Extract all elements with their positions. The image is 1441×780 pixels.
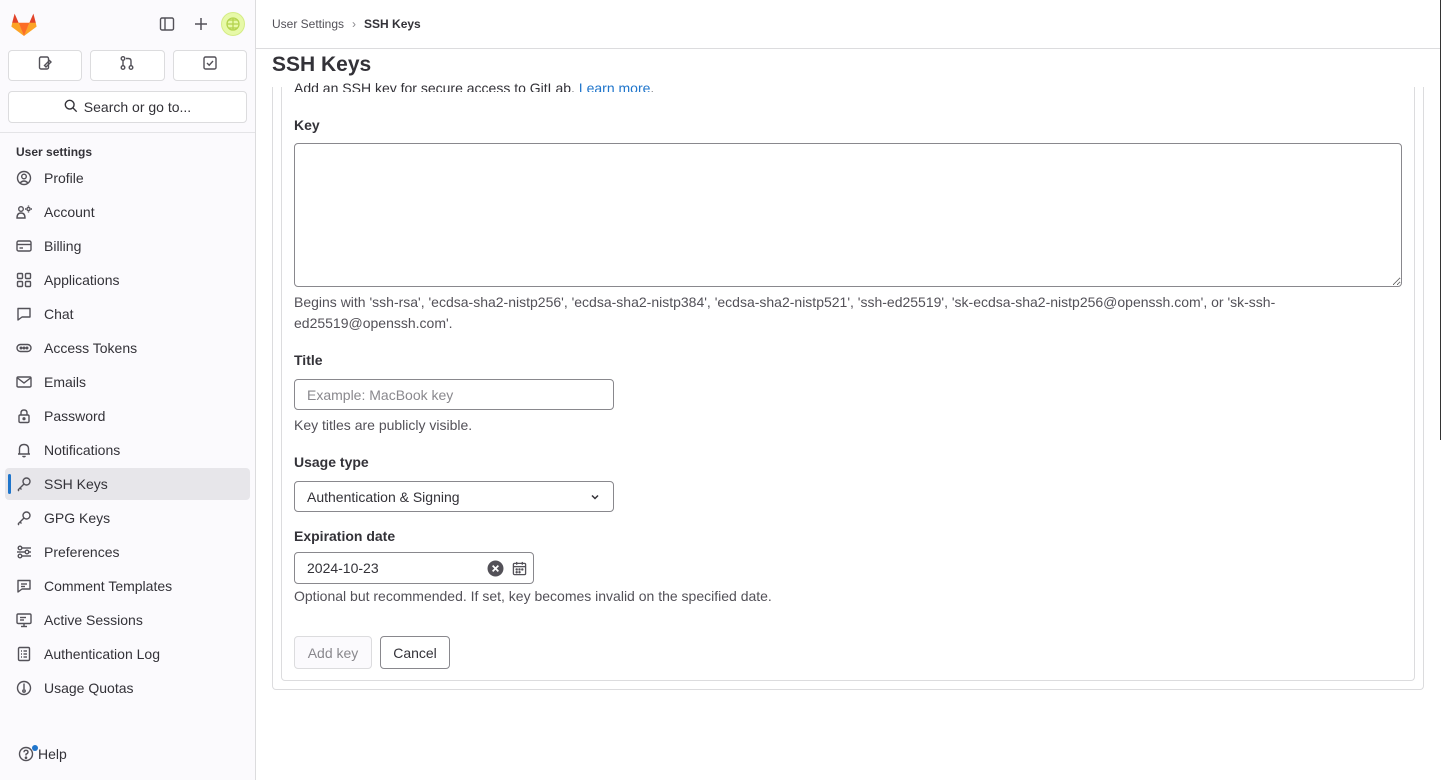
comment-icon <box>15 577 33 595</box>
bell-icon <box>15 441 33 459</box>
billing-icon <box>15 237 33 255</box>
sidebar-item-ssh-keys[interactable]: SSH Keys <box>5 468 250 500</box>
search-label: Search or go to... <box>83 99 192 115</box>
sidebar-item-label: Usage Quotas <box>44 680 134 696</box>
todos-shortcut-button[interactable] <box>172 50 247 81</box>
issues-shortcut-button[interactable] <box>8 50 83 81</box>
merge-requests-shortcut-button[interactable] <box>90 50 165 81</box>
usage-type-select[interactable]: Authentication & Signing <box>294 481 614 512</box>
sidebar-item-preferences[interactable]: Preferences <box>5 536 250 568</box>
help-icon <box>18 745 38 762</box>
sidebar-item-usage-quotas[interactable]: Usage Quotas <box>5 672 250 704</box>
sidebar-item-applications[interactable]: Applications <box>5 264 250 296</box>
title-label: Title <box>294 352 323 368</box>
todo-check-icon <box>202 55 218 76</box>
help-button[interactable]: Help <box>18 745 67 762</box>
expiration-date-input[interactable]: 2024-10-23 <box>294 552 534 584</box>
page-title: SSH Keys <box>272 53 372 76</box>
lock-icon <box>15 407 33 425</box>
sidebar-top-bar <box>0 0 255 48</box>
account-icon <box>15 203 33 221</box>
sidebar-item-label: Account <box>44 204 95 220</box>
breadcrumb-ssh-keys[interactable]: SSH Keys <box>364 17 421 31</box>
token-icon <box>15 339 33 357</box>
search-button[interactable]: Search or go to... <box>8 91 247 123</box>
gitlab-logo-icon[interactable] <box>10 10 38 38</box>
sidebar-item-billing[interactable]: Billing <box>5 230 250 262</box>
sidebar-item-label: Comment Templates <box>44 578 173 594</box>
calendar-icon[interactable] <box>512 561 527 576</box>
issues-icon <box>37 55 53 76</box>
chevron-down-icon <box>589 491 601 503</box>
merge-request-icon <box>119 55 135 76</box>
applications-icon <box>15 271 33 289</box>
plus-icon[interactable] <box>187 10 215 38</box>
key-help-text: Begins with 'ssh-rsa', 'ecdsa-sha2-nistp… <box>294 294 1276 331</box>
sidebar-item-label: Preferences <box>44 544 120 560</box>
help-label: Help <box>38 746 67 762</box>
sidebar: Search or go to... User settings Profile… <box>0 0 256 780</box>
sidebar-item-emails[interactable]: Emails <box>5 366 250 398</box>
preferences-icon <box>15 543 33 561</box>
key-textarea[interactable] <box>294 143 1402 287</box>
key-icon <box>15 509 33 527</box>
title-input[interactable] <box>294 379 614 410</box>
sidebar-item-label: Notifications <box>44 442 121 458</box>
sidebar-item-chat[interactable]: Chat <box>5 298 250 330</box>
sidebar-toggle-icon[interactable] <box>153 10 181 38</box>
sidebar-item-label: Password <box>44 408 106 424</box>
monitor-icon <box>15 611 33 629</box>
form-intro-text: Add an SSH key for secure access to GitL… <box>294 80 575 92</box>
form-intro: Add an SSH key for secure access to GitL… <box>294 78 654 92</box>
sidebar-item-active-sessions[interactable]: Active Sessions <box>5 604 250 636</box>
avatar[interactable] <box>221 12 245 36</box>
sidebar-item-gpg-keys[interactable]: GPG Keys <box>5 502 250 534</box>
sidebar-item-label: Billing <box>44 238 82 254</box>
sidebar-item-label: Applications <box>44 272 120 288</box>
title-help-text: Key titles are publicly visible. <box>294 417 473 433</box>
breadcrumb-user-settings[interactable]: User Settings <box>272 17 344 31</box>
sidebar-item-comment-templates[interactable]: Comment Templates <box>5 570 250 602</box>
key-icon <box>15 475 33 493</box>
sidebar-section-heading: User settings <box>16 145 93 159</box>
breadcrumb: User Settings › SSH Keys <box>256 0 1441 49</box>
quota-icon <box>15 679 33 697</box>
usage-type-label: Usage type <box>294 454 369 470</box>
sidebar-item-label: Access Tokens <box>44 340 138 356</box>
log-icon <box>15 645 33 663</box>
sidebar-item-label: Chat <box>44 306 74 322</box>
clear-date-icon[interactable] <box>487 560 504 577</box>
expiration-date-value: 2024-10-23 <box>307 560 379 576</box>
cancel-button[interactable]: Cancel <box>380 636 450 669</box>
sidebar-item-profile[interactable]: Profile <box>5 162 250 194</box>
sidebar-shortcut-tabs <box>0 50 255 81</box>
sidebar-item-password[interactable]: Password <box>5 400 250 432</box>
search-icon <box>64 99 78 116</box>
sidebar-item-label: Profile <box>44 170 84 186</box>
key-label: Key <box>294 117 320 133</box>
breadcrumb-separator-icon: › <box>352 17 357 31</box>
chat-icon <box>15 305 33 323</box>
profile-icon <box>15 169 33 187</box>
sidebar-item-label: GPG Keys <box>44 510 111 526</box>
expiration-help-text: Optional but recommended. If set, key be… <box>294 588 772 604</box>
sidebar-item-label: SSH Keys <box>44 476 108 492</box>
help-notification-dot <box>32 745 38 751</box>
sidebar-item-access-tokens[interactable]: Access Tokens <box>5 332 250 364</box>
mail-icon <box>15 373 33 391</box>
usage-type-value: Authentication & Signing <box>307 488 460 505</box>
sidebar-nav: Profile Account Billing Applications Cha… <box>0 162 255 704</box>
expiration-date-label: Expiration date <box>294 528 396 544</box>
add-key-button[interactable]: Add key <box>294 636 372 669</box>
learn-more-link[interactable]: Learn more <box>579 80 651 92</box>
sidebar-item-label: Authentication Log <box>44 646 160 662</box>
sidebar-item-label: Active Sessions <box>44 612 143 628</box>
sidebar-item-authentication-log[interactable]: Authentication Log <box>5 638 250 670</box>
sidebar-item-account[interactable]: Account <box>5 196 250 228</box>
sidebar-item-notifications[interactable]: Notifications <box>5 434 250 466</box>
sidebar-item-label: Emails <box>44 374 87 390</box>
